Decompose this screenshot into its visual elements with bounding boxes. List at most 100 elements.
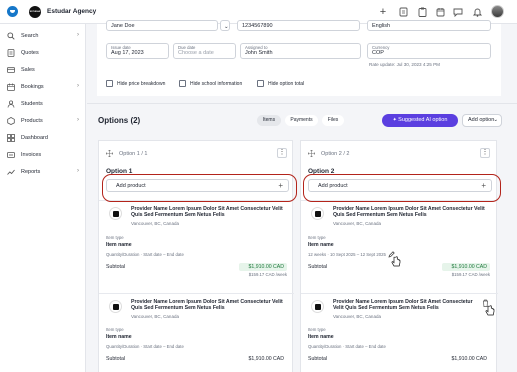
price-label: $1,910.00 CAD [248,356,284,362]
phone-prefix-select[interactable]: ⌄ [220,20,230,31]
sidebar-item-reports[interactable]: Reports › [6,166,82,180]
product-card[interactable]: Provider Name Lorem Ipsum Dolor Sit Amet… [99,201,294,289]
currency-select[interactable]: Currency COP [367,43,491,59]
product-card[interactable]: Provider Name Lorem Ipsum Dolor Sit Amet… [99,294,294,372]
assigned-to-field[interactable]: Assigned to John Smith [240,43,361,59]
price-per-week: $159.17 CAD /week [248,272,287,277]
sidebar-item-invoices[interactable]: Invoices [6,149,82,163]
sales-icon [6,66,15,75]
issue-date-field[interactable]: Issue date Aug 17, 2023 [106,43,169,59]
product-card[interactable]: Provider Name Lorem Ipsum Dolor Sit Amet… [301,201,498,289]
hide-school-info-checkbox[interactable] [179,80,186,87]
sidebar-item-label: Products [21,118,43,124]
due-date-field[interactable]: Due date Choose a date [173,43,236,59]
price-badge: $1,910.00 CAD [442,263,490,271]
provider-name: Provider Name Lorem Ipsum Dolor Sit Amet… [131,299,283,312]
item-detail: 12 weeks · 10 Sept 2025 – 12 Sept 2025 [308,252,386,257]
sidebar-item-quotes[interactable]: Quotes [6,47,82,61]
phone-field[interactable]: 1234567890 [237,20,360,31]
sidebar-item-sales[interactable]: Sales [6,64,82,78]
hand-cursor-icon [485,305,495,319]
hide-option-total-checkbox[interactable] [257,80,264,87]
drag-handle-icon[interactable] [307,149,316,159]
item-detail: Quantity/Duration · Start date – End dat… [106,344,184,349]
option-counter: Option 1 / 1 [119,151,148,157]
item-name: Item name [308,242,334,248]
provider-logo [109,207,122,220]
item-detail: Quantity/Duration · Start date – End dat… [106,252,184,257]
chevron-down-icon: ⌄ [493,117,498,123]
hide-price-breakdown-checkbox[interactable] [106,80,113,87]
divider [87,103,517,104]
item-detail: Quantity/Duration · Start date – End dat… [308,344,386,349]
provider-name: Provider Name Lorem Ipsum Dolor Sit Amet… [131,206,283,219]
clipboard-icon[interactable] [417,7,427,17]
more-options-icon[interactable]: ⋮ [277,148,287,158]
calendar-icon[interactable] [435,7,445,17]
provider-location: Vancouver, BC, Canada [333,221,381,226]
agency-logo: ESTUDAR [29,6,41,18]
sidebar-item-label: Students [21,101,43,107]
sidebar-item-dashboard[interactable]: Dashboard [6,132,82,146]
sidebar: Search › Quotes Sales Bookings › Student… [0,24,86,372]
sidebar-item-bookings[interactable]: Bookings › [6,81,82,95]
hand-cursor-icon [391,256,401,270]
more-options-icon[interactable]: ⋮ [480,148,490,158]
chevron-right-icon: › [77,117,79,123]
drag-handle-icon[interactable] [105,149,114,159]
item-name: Item name [106,242,132,248]
sidebar-item-label: Search [21,33,39,39]
quotes-icon [6,49,15,58]
provider-location: Vancouver, BC, Canada [131,314,179,319]
tab-items[interactable]: Items [257,115,281,126]
main-content: Jane Doe ⌄ 1234567890 English Issue date… [87,20,517,372]
option-counter: Option 2 / 2 [321,151,350,157]
highlight-annotation [102,174,297,202]
app-logo-icon[interactable] [7,6,18,17]
sidebar-item-students[interactable]: Students [6,98,82,112]
chevron-down-icon: ⌄ [224,24,229,30]
sidebar-item-label: Dashboard [21,135,48,141]
provider-logo [311,300,324,313]
bookings-icon [6,83,15,92]
students-icon [6,100,15,109]
provider-name: Provider Name Lorem Ipsum Dolor Sit Amet… [333,206,485,219]
language-select[interactable]: English [367,20,491,31]
chevron-down-icon[interactable]: ⌄ [89,8,94,15]
invoices-icon [6,151,15,160]
student-name-field[interactable]: Jane Doe [106,20,218,31]
chevron-right-icon: › [77,83,79,89]
chat-icon[interactable] [453,7,463,18]
sidebar-item-search[interactable]: Search › [6,30,82,44]
provider-name: Provider Name Lorem Ipsum Dolor Sit Amet… [333,299,473,312]
product-card[interactable]: Provider Name Lorem Ipsum Dolor Sit Amet… [301,294,498,372]
tab-payments[interactable]: Payments [285,115,318,126]
search-icon [6,32,15,41]
sidebar-item-label: Quotes [21,50,39,56]
bell-icon[interactable] [472,7,482,17]
price-label: $1,910.00 CAD [451,356,487,362]
sidebar-item-label: Bookings [21,84,44,90]
rate-update-text: Rate update: Jul 30, 2023 4:25 PM [369,62,440,67]
dashboard-icon [6,134,15,143]
sidebar-item-products[interactable]: Products › [6,115,82,129]
price-badge: $1,910.00 CAD [239,263,287,271]
provider-logo [109,300,122,313]
avatar[interactable] [491,5,504,18]
reports-icon [6,168,15,177]
tab-files[interactable]: Files [322,115,344,126]
item-name: Item name [308,334,334,340]
sidebar-item-label: Reports [21,169,41,175]
add-option-dropdown[interactable]: Add option ⌄ [462,114,502,127]
chevron-right-icon: › [77,168,79,174]
products-icon [6,117,15,126]
chevron-right-icon: › [77,32,79,38]
provider-location: Vancouver, BC, Canada [333,314,381,319]
sidebar-item-label: Sales [21,67,35,73]
item-name: Item name [106,334,132,340]
plus-icon[interactable]: + [378,7,388,18]
sidebar-item-label: Invoices [21,152,42,158]
suggested-ai-option-button[interactable]: ✦ Suggested AI option [382,114,458,127]
bookmark-icon[interactable] [398,7,408,17]
highlight-annotation [303,174,501,202]
